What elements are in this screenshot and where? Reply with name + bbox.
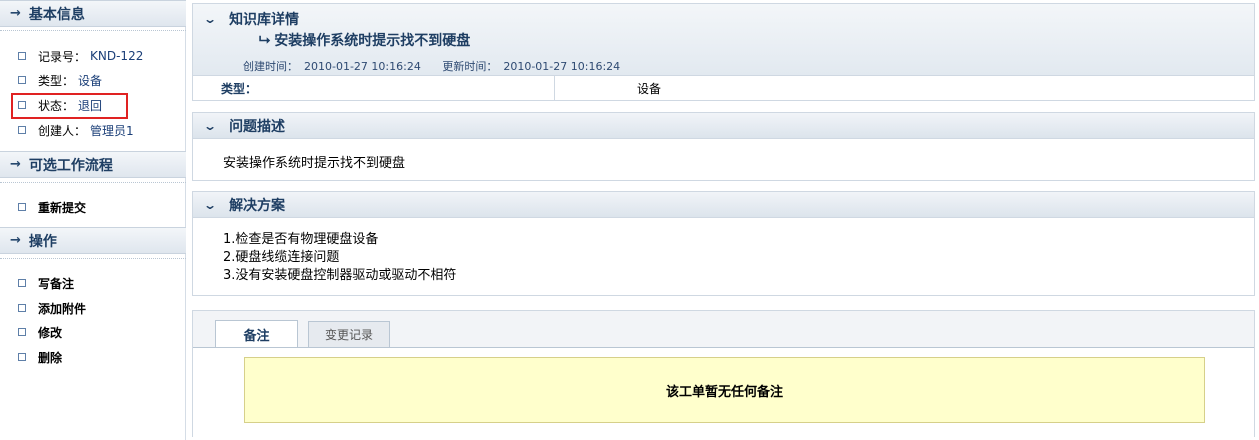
edit-link[interactable]: 修改 <box>18 324 62 340</box>
section-operations-header[interactable]: → 操作 <box>0 227 186 254</box>
tab-change-log[interactable]: 变更记录 <box>308 321 390 347</box>
record-number-label: 记录号： <box>38 49 87 64</box>
knowledge-detail-panel: ⌄ 知识库详情 ⮡ 安装操作系统时提示找不到硬盘 创建时间： 2010-01-27… <box>192 3 1255 101</box>
square-bullet-icon <box>18 279 26 287</box>
delete-link[interactable]: 删除 <box>18 349 62 365</box>
subject-title: 安装操作系统时提示找不到硬盘 <box>274 33 471 49</box>
created-value: 2010-01-27 10:16:24 <box>304 60 421 73</box>
arrow-right-icon: → <box>10 233 21 248</box>
write-note-label[interactable]: 写备注 <box>38 275 74 292</box>
creator-item: 创建人： 管理员1 <box>18 122 134 138</box>
detail-title: 知识库详情 <box>229 12 300 28</box>
chevron-down-icon[interactable]: ⌄ <box>203 119 217 133</box>
divider <box>0 182 186 183</box>
record-number-item: 记录号： KND-122 <box>18 48 143 64</box>
solution-title: 解决方案 <box>229 197 286 214</box>
type-row-value: 设备 <box>637 81 662 96</box>
square-bullet-icon <box>18 353 26 361</box>
arrow-right-icon: → <box>10 157 21 172</box>
timestamps: 创建时间： 2010-01-27 10:16:24 更新时间： 2010-01-27… <box>243 58 626 74</box>
square-bullet-icon <box>18 101 26 109</box>
delete-label[interactable]: 删除 <box>38 349 62 366</box>
problem-header[interactable]: ⌄ 问题描述 <box>193 113 1254 139</box>
tab-notes[interactable]: 备注 <box>215 320 298 347</box>
record-number-value: KND-122 <box>90 49 144 63</box>
square-bullet-icon <box>18 126 26 134</box>
subject-row: ⮡ 安装操作系统时提示找不到硬盘 <box>259 30 470 50</box>
type-row: 类型： 设备 <box>193 76 1254 100</box>
problem-title: 问题描述 <box>229 118 286 135</box>
section-title: 可选工作流程 <box>28 157 113 174</box>
type-item: 类型： 设备 <box>18 72 102 88</box>
created-label: 创建时间： <box>243 60 298 73</box>
detail-title-row[interactable]: ⌄ 知识库详情 <box>203 9 300 29</box>
sidebar: → 基本信息 记录号： KND-122 类型： 设备 状态： 退回 创建人： 管… <box>0 0 186 440</box>
solution-panel: ⌄ 解决方案 1.检查是否有物理硬盘设备 2.硬盘线缆连接问题 3.没有安装硬盘… <box>192 191 1255 296</box>
detail-header: ⌄ 知识库详情 ⮡ 安装操作系统时提示找不到硬盘 创建时间： 2010-01-27… <box>193 4 1254 76</box>
chevron-down-icon[interactable]: ⌄ <box>203 198 217 212</box>
chevron-down-icon[interactable]: ⌄ <box>203 12 217 26</box>
notes-content-area: 该工单暂无任何备注 <box>193 347 1254 437</box>
section-workflow-header[interactable]: → 可选工作流程 <box>0 151 186 178</box>
square-bullet-icon <box>18 328 26 336</box>
square-bullet-icon <box>18 203 26 211</box>
return-arrow-icon: ⮡ <box>259 32 271 48</box>
creator-label: 创建人： <box>38 123 87 138</box>
square-bullet-icon <box>18 52 26 60</box>
status-value: 退回 <box>78 98 103 113</box>
updated-value: 2010-01-27 10:16:24 <box>503 60 621 73</box>
section-title: 基本信息 <box>28 6 85 23</box>
notes-panel: 备注 变更记录 该工单暂无任何备注 <box>192 310 1255 437</box>
problem-description-panel: ⌄ 问题描述 安装操作系统时提示找不到硬盘 <box>192 112 1255 181</box>
resubmit-label[interactable]: 重新提交 <box>38 199 86 216</box>
add-attachment-link[interactable]: 添加附件 <box>18 300 86 316</box>
resubmit-link[interactable]: 重新提交 <box>18 199 86 215</box>
type-label: 类型： <box>38 73 75 88</box>
solution-header[interactable]: ⌄ 解决方案 <box>193 192 1254 218</box>
square-bullet-icon <box>18 76 26 84</box>
status-item: 状态： 退回 <box>18 97 102 113</box>
section-title: 操作 <box>28 233 57 250</box>
section-basic-info-header[interactable]: → 基本信息 <box>0 0 186 27</box>
add-attachment-label[interactable]: 添加附件 <box>38 300 86 317</box>
divider <box>0 30 186 31</box>
empty-notes-message: 该工单暂无任何备注 <box>244 357 1205 423</box>
solution-line: 1.检查是否有物理硬盘设备 <box>223 232 379 247</box>
solution-line: 2.硬盘线缆连接问题 <box>223 250 340 265</box>
write-note-link[interactable]: 写备注 <box>18 275 74 291</box>
edit-label[interactable]: 修改 <box>38 324 62 341</box>
arrow-right-icon: → <box>10 6 21 21</box>
solution-body: 1.检查是否有物理硬盘设备 2.硬盘线缆连接问题 3.没有安装硬盘控制器驱动或驱… <box>193 218 1254 285</box>
type-value: 设备 <box>78 73 103 88</box>
problem-text: 安装操作系统时提示找不到硬盘 <box>223 156 406 171</box>
status-label: 状态： <box>38 98 75 113</box>
creator-value: 管理员1 <box>90 123 134 138</box>
updated-label: 更新时间： <box>442 60 498 73</box>
solution-line: 3.没有安装硬盘控制器驱动或驱动不相符 <box>223 268 457 283</box>
square-bullet-icon <box>18 304 26 312</box>
type-row-label: 类型： <box>193 76 555 100</box>
divider <box>0 258 186 259</box>
notes-tabs: 备注 变更记录 <box>215 320 400 347</box>
